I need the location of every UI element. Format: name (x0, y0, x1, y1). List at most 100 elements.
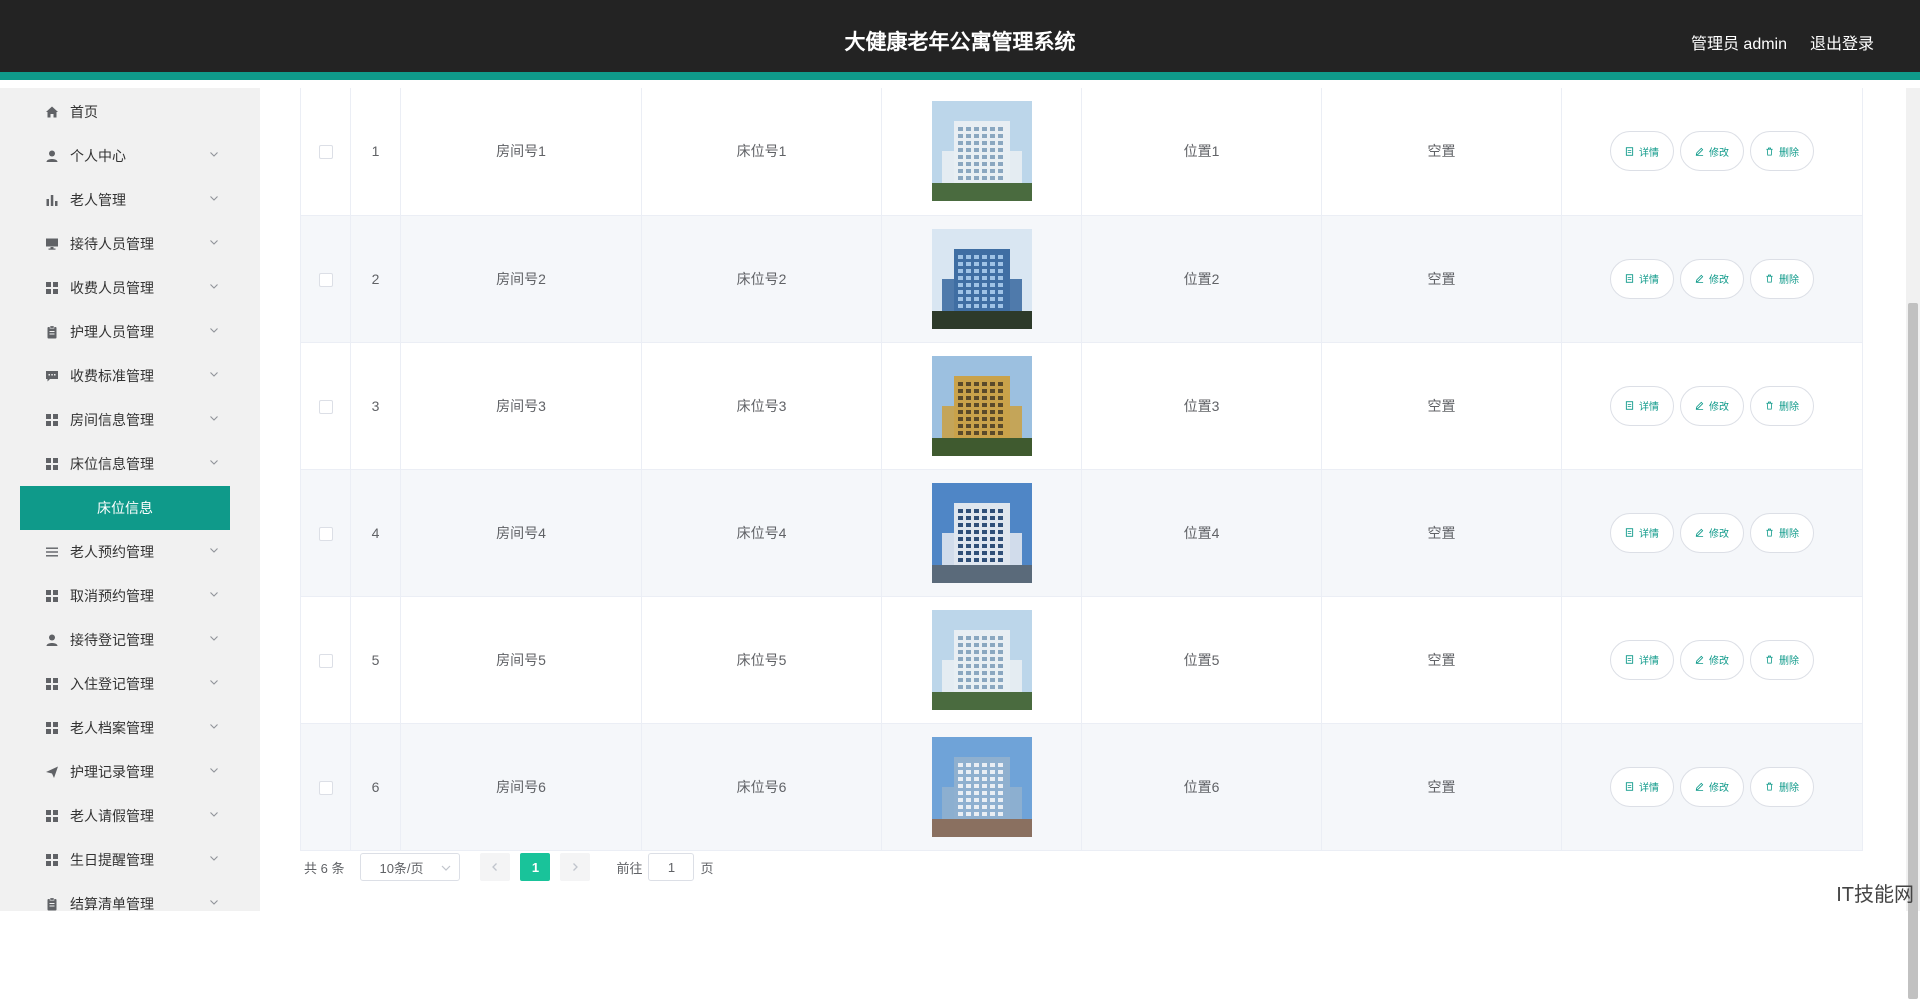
send-icon (44, 764, 60, 780)
detail-label: 详情 (1639, 144, 1659, 159)
photo-cell (882, 342, 1082, 469)
row-checkbox[interactable] (319, 781, 333, 795)
table-row: 2房间号2床位号2位置2空置详情修改删除 (301, 215, 1863, 342)
table-row: 5房间号5床位号5位置5空置详情修改删除 (301, 596, 1863, 723)
sidebar-item-label: 取消预约管理 (70, 586, 154, 606)
sidebar-item-1[interactable]: 个人中心 (0, 134, 260, 178)
sidebar-item-4[interactable]: 收费人员管理 (0, 266, 260, 310)
edit-button[interactable]: 修改 (1680, 513, 1744, 553)
trash-icon (1765, 401, 1774, 410)
sidebar-item-13[interactable]: 老人档案管理 (0, 706, 260, 750)
edit-button[interactable]: 修改 (1680, 767, 1744, 807)
row-checkbox[interactable] (319, 145, 333, 159)
room-number: 房间号3 (401, 342, 642, 469)
chevron-down-icon (208, 676, 220, 688)
goto-page-input[interactable] (648, 853, 694, 881)
sidebar-item-16[interactable]: 生日提醒管理 (0, 838, 260, 882)
chevron-down-icon (208, 896, 220, 908)
bed-number: 床位号3 (642, 342, 882, 469)
edit-button[interactable]: 修改 (1680, 386, 1744, 426)
row-checkbox[interactable] (319, 654, 333, 668)
sidebar-item-9[interactable]: 老人预约管理 (0, 530, 260, 574)
chevron-down-icon (208, 808, 220, 820)
detail-button[interactable]: 详情 (1610, 259, 1674, 299)
detail-button[interactable]: 详情 (1610, 131, 1674, 171)
chevron-left-icon (490, 862, 500, 872)
sidebar-item-8[interactable]: 床位信息管理 (0, 442, 260, 486)
bed-photo (932, 483, 1032, 583)
sidebar-item-label: 入住登记管理 (70, 674, 154, 694)
sidebar-item-label: 护理记录管理 (70, 762, 154, 782)
chart-icon (44, 192, 60, 208)
bed-position: 位置5 (1082, 596, 1322, 723)
row-index: 2 (351, 215, 401, 342)
pagination: 共 6 条 10条/页 1 前往 页 (304, 853, 714, 881)
bed-photo (932, 610, 1032, 710)
delete-button[interactable]: 删除 (1750, 767, 1814, 807)
sidebar-item-6[interactable]: 收费标准管理 (0, 354, 260, 398)
chevron-down-icon (208, 720, 220, 732)
user-icon (44, 632, 60, 648)
sidebar-item-label: 收费标准管理 (70, 366, 154, 386)
sidebar-item-label: 结算清单管理 (70, 894, 154, 911)
page-number-current[interactable]: 1 (520, 853, 550, 881)
chevron-down-icon (441, 863, 451, 873)
chevron-down-icon (208, 588, 220, 600)
sidebar-item-2[interactable]: 老人管理 (0, 178, 260, 222)
delete-button[interactable]: 删除 (1750, 259, 1814, 299)
sidebar-item-0[interactable]: 首页 (0, 90, 260, 134)
sidebar-item-12[interactable]: 入住登记管理 (0, 662, 260, 706)
table-row: 3房间号3床位号3位置3空置详情修改删除 (301, 342, 1863, 469)
detail-button[interactable]: 详情 (1610, 513, 1674, 553)
edit-label: 修改 (1709, 271, 1729, 286)
trash-icon (1765, 655, 1774, 664)
sidebar-item-7[interactable]: 房间信息管理 (0, 398, 260, 442)
page-size-select[interactable]: 10条/页 (360, 853, 460, 881)
delete-button[interactable]: 删除 (1750, 640, 1814, 680)
chevron-down-icon (208, 148, 220, 160)
edit-button[interactable]: 修改 (1680, 640, 1744, 680)
sidebar-item-label: 接待登记管理 (70, 630, 154, 650)
logout-link[interactable]: 退出登录 (1810, 30, 1874, 54)
row-checkbox-cell (301, 88, 351, 215)
sidebar-item-3[interactable]: 接待人员管理 (0, 222, 260, 266)
row-actions: 详情修改删除 (1562, 723, 1863, 850)
page-scrollbar[interactable] (1906, 88, 1920, 911)
bed-photo (932, 356, 1032, 456)
photo-cell (882, 723, 1082, 850)
edit-button[interactable]: 修改 (1680, 259, 1744, 299)
sidebar-item-14[interactable]: 护理记录管理 (0, 750, 260, 794)
detail-label: 详情 (1639, 271, 1659, 286)
sidebar-item-label: 个人中心 (70, 146, 126, 166)
next-page-button[interactable] (560, 853, 590, 881)
bed-number: 床位号5 (642, 596, 882, 723)
detail-button[interactable]: 详情 (1610, 640, 1674, 680)
sidebar-item-5[interactable]: 护理人员管理 (0, 310, 260, 354)
edit-button[interactable]: 修改 (1680, 131, 1744, 171)
edit-icon (1695, 528, 1704, 537)
sidebar-item-label: 老人管理 (70, 190, 126, 210)
delete-button[interactable]: 删除 (1750, 386, 1814, 426)
detail-label: 详情 (1639, 652, 1659, 667)
sidebar-item-10[interactable]: 取消预约管理 (0, 574, 260, 618)
bed-number: 床位号4 (642, 469, 882, 596)
prev-page-button[interactable] (480, 853, 510, 881)
goto-label: 前往 (616, 858, 642, 877)
bed-photo (932, 101, 1032, 201)
edit-label: 修改 (1709, 144, 1729, 159)
detail-button[interactable]: 详情 (1610, 767, 1674, 807)
sidebar-item-label: 首页 (70, 102, 98, 122)
sidebar-subitem-bed-info[interactable]: 床位信息 (20, 486, 230, 530)
sidebar-item-17[interactable]: 结算清单管理 (0, 882, 260, 911)
bed-status: 空置 (1322, 215, 1562, 342)
row-checkbox[interactable] (319, 273, 333, 287)
delete-button[interactable]: 删除 (1750, 131, 1814, 171)
sidebar-item-11[interactable]: 接待登记管理 (0, 618, 260, 662)
row-checkbox[interactable] (319, 527, 333, 541)
delete-button[interactable]: 删除 (1750, 513, 1814, 553)
page-size-value: 10条/页 (379, 858, 423, 877)
detail-button[interactable]: 详情 (1610, 386, 1674, 426)
sidebar-item-15[interactable]: 老人请假管理 (0, 794, 260, 838)
row-checkbox[interactable] (319, 400, 333, 414)
sidebar-item-label: 老人预约管理 (70, 542, 154, 562)
